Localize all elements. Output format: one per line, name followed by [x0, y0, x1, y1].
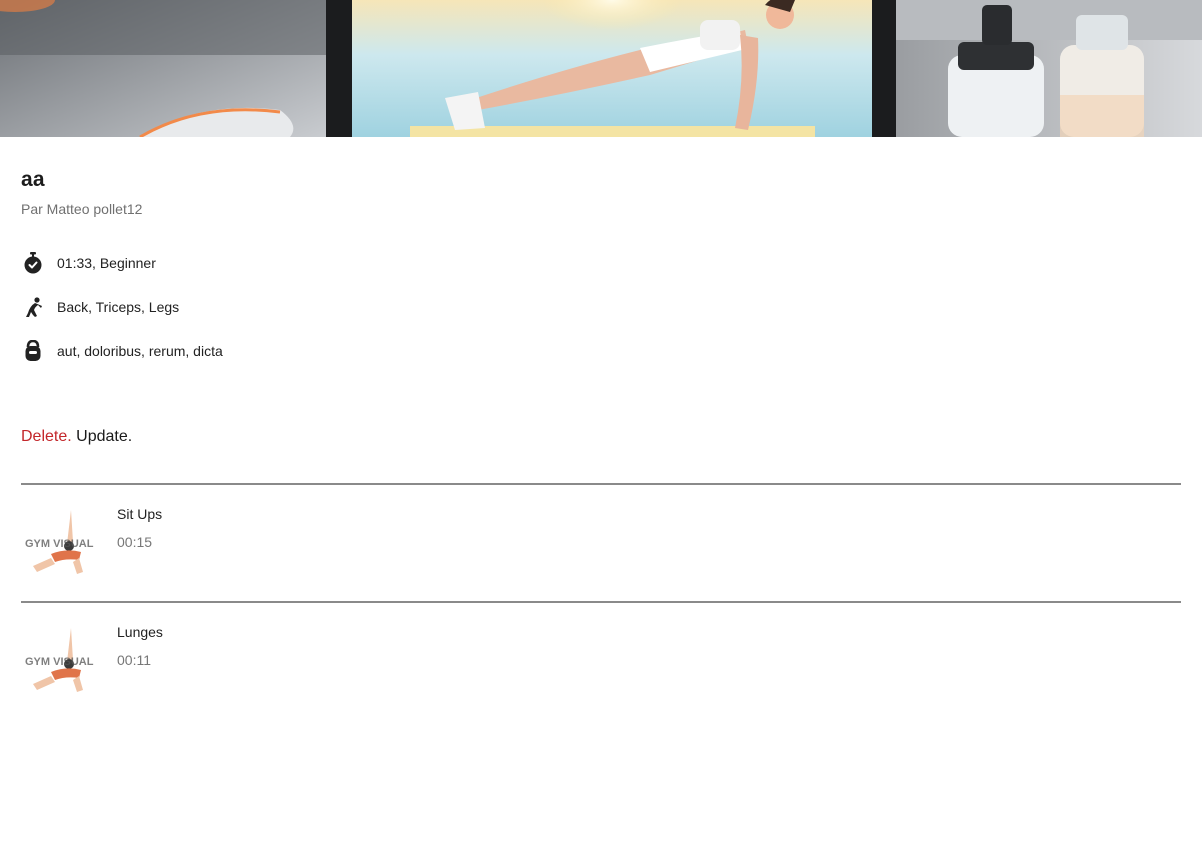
update-link[interactable]: Update. [76, 428, 132, 445]
exercise-thumbnail: GYM VISUAL [21, 502, 97, 578]
exercise-item[interactable]: GYM VISUAL Sit Ups 00:15 [21, 502, 1181, 592]
equipment-text: aut, doloribus, rerum, dicta [57, 343, 223, 359]
info-muscles: Back, Triceps, Legs [21, 295, 179, 319]
duration-level-text: 01:33, Beginner [57, 255, 156, 271]
muscles-text: Back, Triceps, Legs [57, 299, 180, 315]
hero-banner [0, 0, 1202, 137]
info-equipment: aut, doloribus, rerum, dicta [21, 339, 223, 363]
divider [21, 483, 1181, 485]
hero-illustration [0, 0, 1202, 137]
svg-text:GYM VISUAL: GYM VISUAL [25, 656, 94, 668]
exercise-time: 00:15 [117, 534, 153, 550]
divider [21, 601, 1181, 603]
exercise-time: 00:11 [117, 652, 151, 668]
stopwatch-icon [21, 251, 45, 275]
delete-link[interactable]: Delete. [21, 428, 72, 445]
kettlebell-icon [21, 339, 45, 363]
info-duration-level: 01:33, Beginner [21, 251, 156, 275]
svg-text:GYM VISUAL: GYM VISUAL [25, 538, 94, 550]
exercise-thumbnail: GYM VISUAL [21, 620, 97, 696]
workout-actions: Delete. Update. [21, 428, 132, 446]
exercise-item[interactable]: GYM VISUAL Lunges 00:11 [21, 620, 1181, 710]
workout-title: aa [21, 168, 45, 191]
exercise-name: Sit Ups [117, 506, 163, 522]
workout-author: Par Matteo pollet12 [21, 201, 143, 217]
stretching-person-icon [21, 295, 45, 319]
exercise-name: Lunges [117, 624, 163, 640]
